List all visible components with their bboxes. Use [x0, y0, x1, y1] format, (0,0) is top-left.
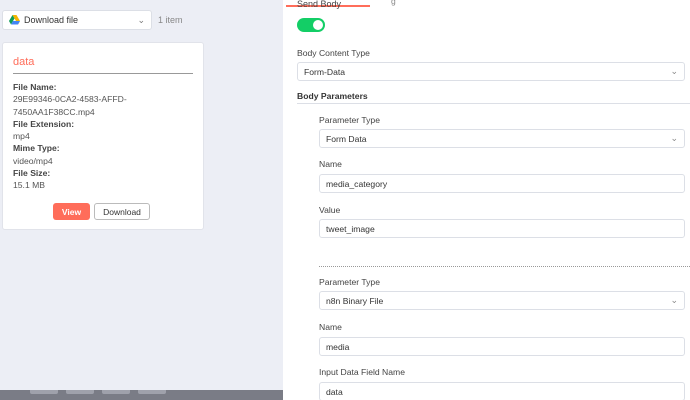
param2-type-label: Parameter Type — [319, 277, 380, 287]
canvas-control-stub[interactable] — [102, 390, 130, 394]
param1-type-label: Parameter Type — [319, 115, 380, 125]
body-parameters-label: Body Parameters — [297, 91, 368, 101]
param2-name-value: media — [326, 341, 350, 352]
send-body-label: Send Body — [297, 0, 342, 9]
download-button[interactable]: Download — [94, 203, 150, 220]
item-count: 1 item — [158, 15, 183, 25]
mime-type-value: video/mp4 — [13, 155, 53, 166]
param1-type-value: Form Data — [326, 133, 367, 144]
chevron-down-icon: ⌄ — [670, 133, 678, 143]
param2-input-field-value: data — [326, 386, 343, 397]
chevron-down-icon: ⌄ — [670, 66, 678, 76]
node-parameters-panel: g Send Body Body Content Type Form-Data … — [283, 0, 690, 400]
file-extension-value: mp4 — [13, 131, 30, 142]
param1-type-select[interactable]: Form Data ⌄ — [319, 129, 685, 148]
param1-value-value: tweet_image — [326, 223, 375, 234]
canvas-control-stub[interactable] — [66, 390, 94, 394]
binary-data-title: data — [13, 56, 35, 68]
binary-data-fields: File Name: 29E99346-0CA2-4583-AFFD- 7450… — [13, 81, 193, 192]
body-content-type-label: Body Content Type — [297, 48, 370, 58]
param1-value-label: Value — [319, 205, 341, 215]
tab-settings[interactable]: g — [391, 0, 396, 6]
file-name-value-line2: 7450AA1F38CC.mp4 — [13, 106, 95, 117]
body-parameters-divider — [297, 103, 690, 104]
file-name-value-line1: 29E99346-0CA2-4583-AFFD- — [13, 94, 127, 105]
card-divider — [13, 73, 193, 74]
file-size-label: File Size: — [13, 168, 51, 179]
file-size-value: 15.1 MB — [13, 180, 46, 191]
parameter-separator — [319, 266, 690, 267]
param2-type-value: n8n Binary File — [326, 295, 384, 306]
mime-type-label: Mime Type: — [13, 143, 60, 154]
param1-value-input[interactable]: tweet_image — [319, 219, 685, 238]
binary-data-card: data File Name: 29E99346-0CA2-4583-AFFD-… — [2, 42, 204, 230]
chevron-down-icon: ⌄ — [137, 14, 145, 25]
output-panel: Download file ⌄ 1 item data File Name: 2… — [0, 0, 283, 400]
canvas-bottom-bar — [0, 390, 283, 400]
param2-input-field-input[interactable]: data — [319, 382, 685, 400]
chevron-down-icon: ⌄ — [670, 295, 678, 305]
card-actions: View Download — [53, 203, 150, 220]
google-drive-icon — [9, 15, 20, 25]
param1-name-label: Name — [319, 159, 342, 169]
param2-name-input[interactable]: media — [319, 337, 685, 356]
file-name-label: File Name: — [13, 82, 57, 92]
body-content-type-value: Form-Data — [304, 66, 346, 77]
canvas-control-stub[interactable] — [138, 390, 166, 394]
body-content-type-select[interactable]: Form-Data ⌄ — [297, 62, 685, 81]
param2-name-label: Name — [319, 322, 342, 332]
param1-name-value: media_category — [326, 178, 388, 189]
canvas-control-stub[interactable] — [30, 390, 58, 394]
param2-type-select[interactable]: n8n Binary File ⌄ — [319, 291, 685, 310]
node-output-select-label: Download file — [24, 15, 79, 25]
param2-input-field-label: Input Data Field Name — [319, 367, 405, 377]
view-button[interactable]: View — [53, 203, 90, 220]
toggle-knob — [313, 20, 323, 30]
node-output-select[interactable]: Download file ⌄ — [2, 10, 152, 30]
send-body-toggle[interactable] — [297, 18, 325, 32]
param1-name-input[interactable]: media_category — [319, 174, 685, 193]
file-extension-label: File Extension: — [13, 118, 75, 129]
